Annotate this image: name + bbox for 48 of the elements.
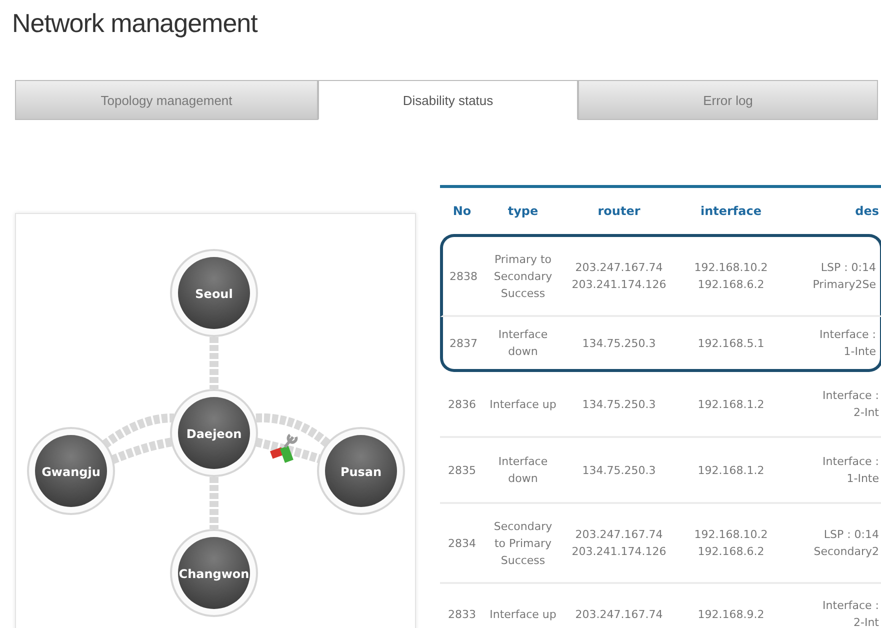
table-cell: 192.168.10.2 192.168.6.2 bbox=[676, 234, 786, 317]
column-header: No bbox=[452, 203, 472, 220]
table-cell: 203.247.167.74 bbox=[562, 584, 676, 628]
tab[interactable]: Disability status bbox=[318, 80, 578, 120]
city-node[interactable]: Pusan bbox=[317, 427, 405, 515]
table-cell: Interface : 2-Int bbox=[786, 372, 881, 438]
link-line bbox=[110, 438, 173, 464]
tab[interactable]: Error log bbox=[578, 80, 878, 120]
table-cell: 192.168.5.1 bbox=[676, 317, 786, 372]
table-cell: 2834 bbox=[440, 504, 484, 584]
column-header: router bbox=[596, 203, 642, 220]
table-cell: LSP : 0:14 Primary2Se bbox=[786, 234, 881, 317]
table-cell: Interface up bbox=[484, 372, 562, 438]
table-cell: 192.168.10.2 192.168.6.2 bbox=[676, 504, 786, 584]
table-cell: 134.75.250.3 bbox=[562, 372, 676, 438]
column-header: interface bbox=[699, 203, 763, 220]
page-title: Network management bbox=[11, 7, 259, 40]
table-cell: Interface up bbox=[484, 584, 562, 628]
table-cell: 203.247.167.74 203.241.174.126 bbox=[562, 504, 676, 584]
table-cell: 2838 bbox=[440, 234, 484, 317]
table-cell: 2835 bbox=[440, 438, 484, 504]
city-node[interactable]: Gwangju bbox=[27, 427, 115, 515]
tab[interactable]: Topology management bbox=[15, 80, 318, 120]
table-cell: LSP : 0:14 Secondary2 bbox=[786, 504, 881, 584]
column-header: des bbox=[854, 203, 880, 220]
table-cell: Interface : 1-Inte bbox=[786, 438, 881, 504]
table-cell: 134.75.250.3 bbox=[562, 438, 676, 504]
city-node[interactable]: Seoul bbox=[170, 249, 258, 337]
city-node[interactable]: Changwon bbox=[170, 529, 258, 617]
city-node[interactable]: Daejeon bbox=[170, 389, 258, 477]
table-cell: 2837 bbox=[440, 317, 484, 372]
table-cell: 192.168.9.2 bbox=[676, 584, 786, 628]
table-cell: Interface down bbox=[484, 317, 562, 372]
table-cell: Primary to Secondary Success bbox=[484, 234, 562, 317]
table-cell: Secondary to Primary Success bbox=[484, 504, 562, 584]
table-cell: 2836 bbox=[440, 372, 484, 438]
link-line bbox=[255, 438, 322, 464]
link-line bbox=[210, 477, 218, 529]
table-cell: 192.168.1.2 bbox=[676, 372, 786, 438]
link-line bbox=[210, 337, 218, 389]
table-cell: 134.75.250.3 bbox=[562, 317, 676, 372]
table-cell: Interface : 2-Int bbox=[786, 584, 881, 628]
table-cell: Interface : 1-Inte bbox=[786, 317, 881, 372]
table-cell: Interface down bbox=[484, 438, 562, 504]
table-cell: 192.168.1.2 bbox=[676, 438, 786, 504]
column-header: type bbox=[506, 203, 540, 220]
table-cell: 2833 bbox=[440, 584, 484, 628]
table-cell: 203.247.167.74 203.241.174.126 bbox=[562, 234, 676, 317]
